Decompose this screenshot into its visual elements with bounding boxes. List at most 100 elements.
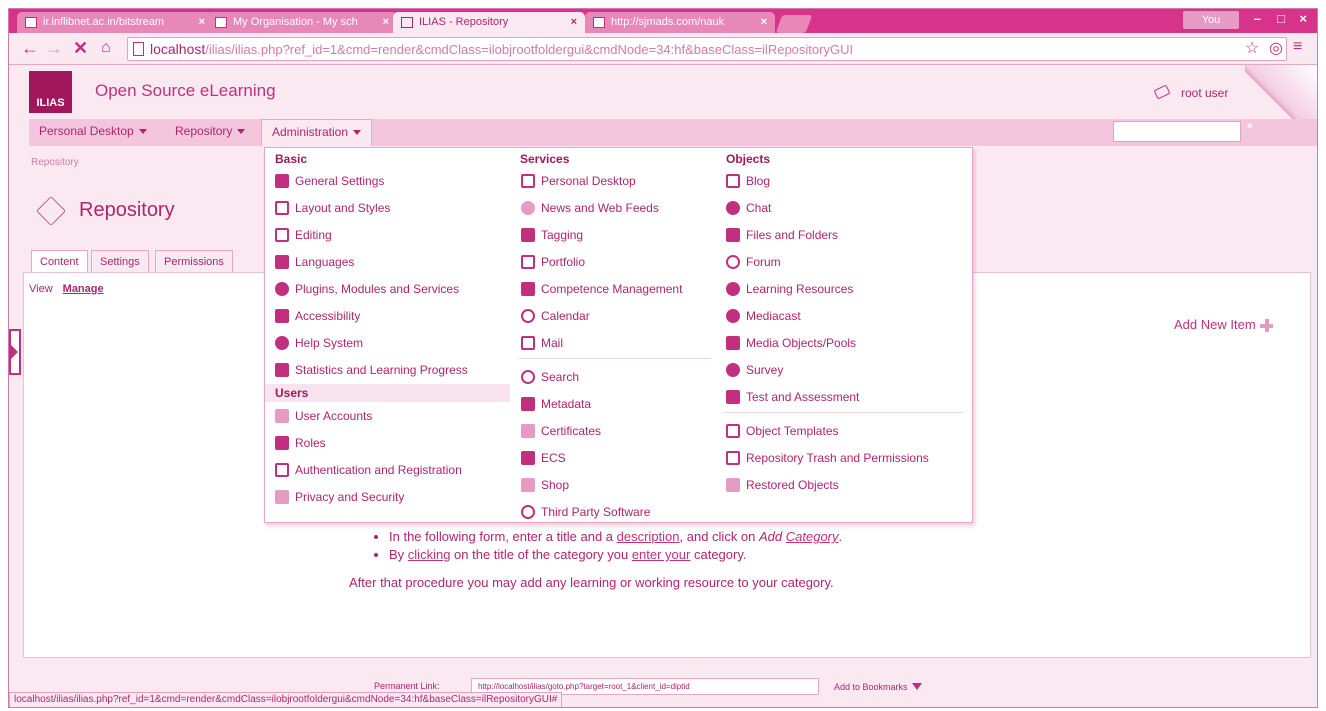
- menu-item-authentication[interactable]: Authentication and Registration: [275, 461, 462, 479]
- navigation-bar: ← → ✕ ⌂ localhost/ilias/ilias.php?ref_id…: [9, 33, 1317, 65]
- search-input[interactable]: [1113, 121, 1241, 142]
- menu-item-general-settings[interactable]: General Settings: [275, 172, 384, 190]
- menu-item-roles[interactable]: Roles: [275, 434, 326, 452]
- user-name[interactable]: root user: [1181, 86, 1228, 100]
- menu-item-trash-permissions[interactable]: Repository Trash and Permissions: [726, 449, 929, 467]
- menu-item-label: Editing: [295, 228, 332, 242]
- add-new-item-button[interactable]: Add New Item: [1174, 317, 1273, 333]
- restore-icon: [726, 478, 740, 492]
- menu-item-statistics[interactable]: Statistics and Learning Progress: [275, 361, 468, 379]
- menu-item-mediacast[interactable]: Mediacast: [726, 307, 801, 325]
- menu-repository[interactable]: Repository: [165, 119, 255, 146]
- menu-item-object-templates[interactable]: Object Templates: [726, 422, 839, 440]
- close-tab-icon[interactable]: ×: [383, 12, 389, 33]
- menu-icon[interactable]: ≡: [1293, 38, 1302, 56]
- search-clear-icon[interactable]: ×: [1247, 121, 1253, 132]
- extension-icon[interactable]: ◎: [1269, 38, 1283, 58]
- menu-item-tagging[interactable]: Tagging: [521, 226, 583, 244]
- star-icon[interactable]: ☆: [1245, 38, 1259, 58]
- close-tab-icon[interactable]: ×: [199, 12, 205, 33]
- breadcrumb[interactable]: Repository: [31, 157, 79, 168]
- close-window-icon[interactable]: ×: [1299, 11, 1307, 26]
- minimize-icon[interactable]: –: [1254, 11, 1261, 26]
- menu-item-label: Blog: [746, 174, 771, 188]
- new-tab-button[interactable]: [775, 15, 813, 33]
- description-link[interactable]: description: [617, 529, 680, 544]
- menu-item-learning-resources[interactable]: Learning Resources: [726, 280, 853, 298]
- tab-settings[interactable]: Settings: [91, 250, 149, 272]
- desktop-icon: [521, 174, 535, 188]
- menu-item-help-system[interactable]: Help System: [275, 334, 363, 352]
- menu-item-chat[interactable]: Chat: [726, 199, 771, 217]
- menu-item-accessibility[interactable]: Accessibility: [275, 307, 360, 325]
- tab-label: Content: [40, 256, 79, 268]
- menu-item-portfolio[interactable]: Portfolio: [521, 253, 585, 271]
- close-tab-icon[interactable]: ×: [761, 12, 767, 33]
- menu-item-plugins[interactable]: Plugins, Modules and Services: [275, 280, 459, 298]
- menu-item-news-feeds[interactable]: News and Web Feeds: [521, 199, 659, 217]
- url-path: /ilias/ilias.php?ref_id=1&cmd=render&cmd…: [205, 42, 854, 57]
- blog-icon: [726, 174, 740, 188]
- menu-item-metadata[interactable]: Metadata: [521, 395, 591, 413]
- clicking-link[interactable]: clicking: [408, 547, 451, 562]
- close-tab-icon[interactable]: ×: [571, 12, 577, 33]
- ilias-logo[interactable]: ILIAS: [29, 71, 72, 113]
- address-bar[interactable]: localhost/ilias/ilias.php?ref_id=1&cmd=r…: [127, 37, 1287, 61]
- forward-icon[interactable]: →: [45, 38, 63, 59]
- tab-permissions[interactable]: Permissions: [155, 250, 233, 272]
- menu-item-privacy[interactable]: Privacy and Security: [275, 488, 404, 506]
- menu-item-label: Plugins, Modules and Services: [295, 282, 460, 296]
- site-title[interactable]: Open Source eLearning: [95, 81, 276, 101]
- stop-icon[interactable]: ✕: [73, 38, 88, 59]
- menu-item-languages[interactable]: Languages: [275, 253, 354, 271]
- browser-tab-1[interactable]: ir.inflibnet.ac.in/bitstream ×: [17, 12, 213, 33]
- third-party-icon: [521, 505, 535, 519]
- enter-your-link[interactable]: enter your: [632, 547, 691, 562]
- menu-item-competence[interactable]: Competence Management: [521, 280, 682, 298]
- profile-button[interactable]: You: [1183, 11, 1239, 29]
- menu-item-restored-objects[interactable]: Restored Objects: [726, 476, 839, 494]
- manage-link[interactable]: Manage: [63, 283, 104, 295]
- home-icon[interactable]: ⌂: [101, 39, 111, 57]
- key-icon: [275, 463, 289, 477]
- view-label[interactable]: View: [29, 283, 53, 295]
- menu-item-personal-desktop[interactable]: Personal Desktop: [521, 172, 636, 190]
- user-area[interactable]: root user: [1153, 84, 1228, 100]
- menu-item-forum[interactable]: Forum: [726, 253, 781, 271]
- menu-administration[interactable]: Administration: [261, 119, 373, 146]
- repository-icon: [36, 196, 66, 226]
- back-icon[interactable]: ←: [21, 38, 39, 59]
- category-link[interactable]: Category: [786, 529, 839, 544]
- add-to-bookmarks-button[interactable]: Add to Bookmarks: [834, 682, 922, 692]
- trash-icon: [726, 451, 740, 465]
- menu-item-blog[interactable]: Blog: [726, 172, 770, 190]
- menu-item-editing[interactable]: Editing: [275, 226, 332, 244]
- menu-item-user-accounts[interactable]: User Accounts: [275, 407, 372, 425]
- menu-item-search[interactable]: Search: [521, 368, 579, 386]
- tag-icon[interactable]: [1153, 84, 1171, 100]
- browser-tab-2[interactable]: My Organisation - My sch ×: [207, 12, 397, 33]
- menu-item-test-assessment[interactable]: Test and Assessment: [726, 388, 859, 406]
- expand-left-panel-icon[interactable]: [9, 329, 21, 375]
- menu-item-files-folders[interactable]: Files and Folders: [726, 226, 838, 244]
- chevron-down-icon: [138, 129, 147, 135]
- menu-item-media-objects[interactable]: Media Objects/Pools: [726, 334, 856, 352]
- menu-item-shop[interactable]: Shop: [521, 476, 569, 494]
- menu-item-layout-styles[interactable]: Layout and Styles: [275, 199, 390, 217]
- menu-item-third-party[interactable]: Third Party Software: [521, 503, 650, 521]
- permanent-link-label: Permanent Link:: [374, 681, 440, 691]
- menu-item-survey[interactable]: Survey: [726, 361, 783, 379]
- menu-item-ecs[interactable]: ECS: [521, 449, 566, 467]
- menu-personal-desktop[interactable]: Personal Desktop: [29, 119, 157, 146]
- browser-tab-4[interactable]: http://sjmads.com/nauk ×: [585, 12, 775, 33]
- basic-heading: Basic: [275, 152, 308, 166]
- test-icon: [726, 390, 740, 404]
- maximize-icon[interactable]: □: [1277, 11, 1285, 26]
- menu-item-mail[interactable]: Mail: [521, 334, 563, 352]
- tab-content[interactable]: Content: [31, 250, 88, 272]
- browser-tab-3[interactable]: ILIAS - Repository ×: [393, 12, 585, 33]
- tab-label: Permissions: [164, 256, 224, 268]
- menu-item-calendar[interactable]: Calendar: [521, 307, 590, 325]
- menu-item-certificates[interactable]: Certificates: [521, 422, 601, 440]
- menu-item-label: ECS: [541, 451, 566, 465]
